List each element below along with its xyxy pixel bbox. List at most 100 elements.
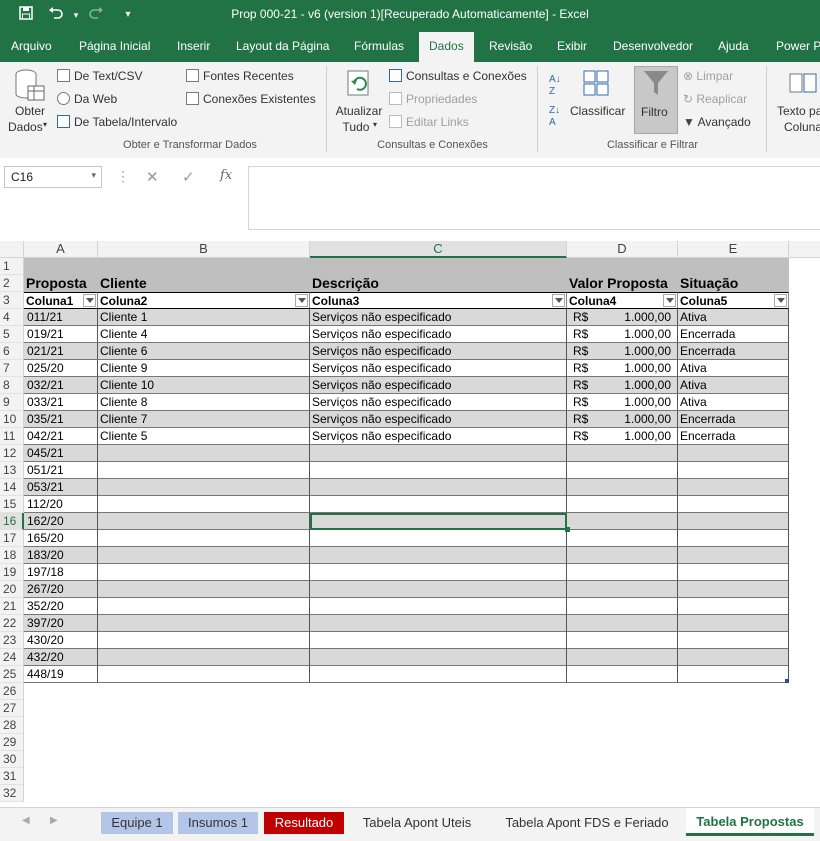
reapply-button[interactable]: ↻ Reaplicar [683, 92, 747, 106]
table-cell[interactable] [678, 615, 789, 632]
table-cell[interactable] [678, 479, 789, 496]
table-cell[interactable]: R$ 1.000,00 [567, 411, 678, 428]
row-header-3[interactable]: 3 [0, 292, 24, 309]
recent-sources-button[interactable]: Fontes Recentes [186, 69, 294, 83]
text-to-columns-button[interactable]: Texto pa Coluna [774, 68, 820, 138]
row-header-4[interactable]: 4 [0, 309, 24, 326]
table-cell[interactable] [567, 598, 678, 615]
table-cell[interactable]: R$ 1.000,00 [567, 309, 678, 326]
table-cell[interactable] [678, 598, 789, 615]
filter-dropdown-icon[interactable] [83, 294, 96, 307]
row-header-6[interactable]: 6 [0, 343, 24, 360]
row-header-26[interactable]: 26 [0, 683, 24, 700]
table-cell[interactable]: Serviços não especificado [310, 309, 567, 326]
row-header-21[interactable]: 21 [0, 598, 24, 615]
table-cell[interactable] [310, 632, 567, 649]
table-cell[interactable] [678, 564, 789, 581]
from-web-button[interactable]: Da Web [57, 92, 117, 106]
row-header-5[interactable]: 5 [0, 326, 24, 343]
table-cell[interactable]: 432/20 [24, 649, 98, 666]
table-cell[interactable] [98, 615, 310, 632]
tab-revisao[interactable]: Revisão [482, 32, 539, 62]
advanced-filter-button[interactable]: ▼ Avançado [683, 115, 751, 129]
filter-dropdown-icon[interactable] [552, 294, 565, 307]
row-header-30[interactable]: 30 [0, 751, 24, 768]
tab-exibir[interactable]: Exibir [550, 32, 594, 62]
row-header-15[interactable]: 15 [0, 496, 24, 513]
table-cell[interactable]: 053/21 [24, 479, 98, 496]
table-cell[interactable] [98, 547, 310, 564]
table-cell[interactable]: Ativa [678, 309, 789, 326]
tab-power-pivot[interactable]: Power P [769, 32, 820, 62]
column-header-e[interactable]: E [678, 241, 789, 258]
table-cell[interactable] [567, 547, 678, 564]
table-cell[interactable]: Cliente 5 [98, 428, 310, 445]
worksheet-grid[interactable]: A B C D E 1 2 3 4 5 6 7 8 9 10 11 12 13 14 15 16 17 18 19 20 21 22… [0, 241, 820, 807]
row-header-8[interactable]: 8 [0, 377, 24, 394]
table-cell[interactable] [678, 496, 789, 513]
row-header-2[interactable]: 2 [0, 275, 24, 292]
sheet-tab-apont-uteis[interactable]: Tabela Apont Uteis [350, 812, 484, 834]
table-cell[interactable]: Serviços não especificado [310, 411, 567, 428]
table-cell[interactable]: R$ 1.000,00 [567, 394, 678, 411]
row-header-9[interactable]: 9 [0, 394, 24, 411]
table-cell[interactable] [98, 564, 310, 581]
cancel-icon[interactable]: ✕ [146, 168, 159, 186]
table-cell[interactable] [678, 462, 789, 479]
table-cell[interactable] [678, 445, 789, 462]
clear-filter-button[interactable]: ⊗ Limpar [683, 69, 733, 83]
table-cell[interactable]: 430/20 [24, 632, 98, 649]
table-cell[interactable]: Serviços não especificado [310, 360, 567, 377]
table-cell[interactable] [678, 513, 789, 530]
table-cell[interactable]: 183/20 [24, 547, 98, 564]
table-cell[interactable]: 165/20 [24, 530, 98, 547]
table-cell[interactable] [567, 632, 678, 649]
row-header-12[interactable]: 12 [0, 445, 24, 462]
table-cell[interactable]: 035/21 [24, 411, 98, 428]
column-header-a[interactable]: A [24, 241, 98, 258]
table-cell[interactable]: R$ 1.000,00 [567, 377, 678, 394]
row-header-13[interactable]: 13 [0, 462, 24, 479]
active-cell[interactable] [310, 513, 567, 530]
table-cell[interactable] [98, 649, 310, 666]
table-cell[interactable] [98, 462, 310, 479]
tab-pagina-inicial[interactable]: Página Inicial [72, 32, 157, 62]
row-header-7[interactable]: 7 [0, 360, 24, 377]
table-cell[interactable] [567, 513, 678, 530]
row-header-31[interactable]: 31 [0, 768, 24, 785]
get-data-button[interactable]: Obter Dados ▾ [8, 68, 50, 138]
table-cell[interactable] [567, 615, 678, 632]
filter-dropdown-icon[interactable] [774, 294, 787, 307]
table-cell[interactable] [310, 530, 567, 547]
name-box[interactable]: C16 ▾ [4, 166, 102, 188]
enter-icon[interactable]: ✓ [182, 168, 195, 186]
table-cell[interactable]: Cliente 7 [98, 411, 310, 428]
formula-input[interactable] [248, 166, 820, 230]
existing-connections-button[interactable]: Conexões Existentes [186, 92, 316, 106]
table-cell[interactable]: R$ 1.000,00 [567, 326, 678, 343]
column-header-c[interactable]: C [310, 241, 567, 258]
row-header-19[interactable]: 19 [0, 564, 24, 581]
row-header-20[interactable]: 20 [0, 581, 24, 598]
table-cell[interactable]: Ativa [678, 360, 789, 377]
table-cell[interactable]: 019/21 [24, 326, 98, 343]
table-resize-handle[interactable] [785, 679, 789, 683]
table-cell[interactable] [678, 632, 789, 649]
table-cell[interactable]: 025/20 [24, 360, 98, 377]
table-cell[interactable]: Encerrada [678, 343, 789, 360]
edit-links-button[interactable]: Editar Links [389, 115, 469, 129]
row-header-18[interactable]: 18 [0, 547, 24, 564]
table-cell[interactable]: Encerrada [678, 428, 789, 445]
table-cell[interactable]: Cliente 4 [98, 326, 310, 343]
tab-dados[interactable]: Dados [419, 32, 474, 62]
tab-layout[interactable]: Layout da Página [229, 32, 336, 62]
table-cell[interactable] [678, 666, 789, 683]
sort-za-icon[interactable]: Z↓ A [549, 105, 560, 129]
table-cell[interactable] [310, 479, 567, 496]
table-cell[interactable] [310, 547, 567, 564]
sheet-tab-equipe-1[interactable]: Equipe 1 [101, 812, 173, 834]
table-cell[interactable] [98, 581, 310, 598]
table-cell[interactable] [567, 530, 678, 547]
table-cell[interactable]: Serviços não especificado [310, 377, 567, 394]
table-cell[interactable]: 033/21 [24, 394, 98, 411]
